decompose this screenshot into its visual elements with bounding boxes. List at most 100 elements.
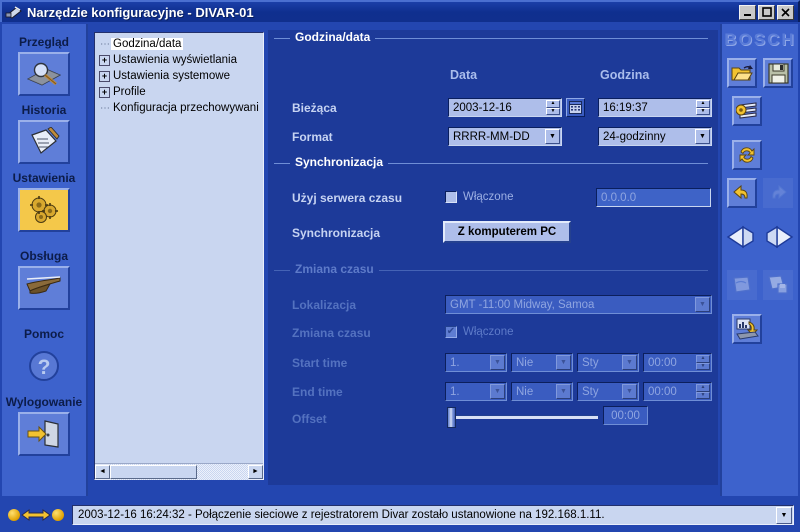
- chevron-down-icon[interactable]: ▼: [545, 129, 560, 144]
- spin-down-icon[interactable]: ▼: [696, 391, 710, 399]
- date-spinner[interactable]: ▲ ▼: [546, 100, 560, 115]
- timeserver-ip-input[interactable]: 0.0.0.0: [596, 188, 711, 207]
- scrollbar-thumb[interactable]: [110, 464, 197, 479]
- tree-item-konfiguracja-przechowywania[interactable]: ⋯ Konfiguracja przechowywani: [99, 100, 263, 116]
- sidebar-item-wylogowanie[interactable]: Wylogowanie: [2, 396, 86, 456]
- current-date-input[interactable]: 2003-12-16 ▲ ▼: [448, 98, 562, 117]
- scroll-right-icon[interactable]: ►: [248, 464, 263, 479]
- chevron-down-icon[interactable]: ▼: [490, 384, 505, 399]
- sidebar-button-wylogowanie[interactable]: [18, 412, 70, 456]
- sync-with-pc-button[interactable]: Z komputerem PC: [443, 221, 571, 243]
- tree-item-ustawienia-wyswietlania[interactable]: + Ustawienia wyświetlania: [99, 52, 263, 68]
- date-format-select[interactable]: RRRR-MM-DD ▼: [448, 127, 562, 146]
- start-month-select[interactable]: Sty ▼: [577, 353, 639, 372]
- expand-plus-icon[interactable]: +: [99, 54, 110, 66]
- timeserver-enable-checkbox[interactable]: Włączone: [445, 191, 514, 203]
- column-header-time: Godzina: [600, 68, 650, 82]
- spin-up-icon[interactable]: ▲: [696, 384, 710, 392]
- nav-previous-button[interactable]: [726, 222, 758, 252]
- group-sync-title: Synchronizacja: [290, 155, 389, 169]
- scroll-left-icon[interactable]: ◄: [95, 464, 110, 479]
- sidebar-item-pomoc[interactable]: Pomoc ?: [2, 328, 86, 388]
- tree-label-konfiguracja-przechowywania: Konfiguracja przechowywani: [113, 102, 259, 114]
- nav-next-button[interactable]: [762, 222, 794, 252]
- location-select[interactable]: GMT -11:00 Midway, Samoa ▼: [445, 295, 712, 314]
- undo-icon: [732, 184, 752, 202]
- tree-label-ustawienia-systemowe: Ustawienia systemowe: [113, 70, 230, 82]
- left-sidebar: Przegląd Historia Ustawienia Obsługa Pom…: [2, 24, 88, 496]
- upload-to-device-button[interactable]: [732, 314, 762, 344]
- sidebar-button-obsluga[interactable]: [18, 266, 70, 310]
- save-file-button[interactable]: [763, 58, 793, 88]
- sidebar-button-historia[interactable]: [18, 120, 70, 164]
- chevron-down-icon[interactable]: ▼: [695, 297, 710, 312]
- offset-slider[interactable]: [447, 407, 598, 428]
- current-time-input[interactable]: 16:19:37 ▲ ▼: [598, 98, 712, 117]
- maximize-button[interactable]: [758, 4, 775, 20]
- chevron-down-icon[interactable]: ▼: [622, 355, 637, 370]
- spin-down-icon[interactable]: ▼: [696, 107, 710, 115]
- group-datetime: Godzina/data Data Godzina Bieżąca 2003-1…: [268, 30, 718, 148]
- spin-down-icon[interactable]: ▼: [696, 362, 710, 370]
- chevron-down-icon[interactable]: ▼: [622, 384, 637, 399]
- checkbox-box[interactable]: [445, 191, 457, 203]
- status-message-field[interactable]: 2003-12-16 16:24:32 - Połączenie sieciow…: [72, 505, 794, 525]
- open-file-button[interactable]: [727, 58, 757, 88]
- tree-item-ustawienia-systemowe[interactable]: + Ustawienia systemowe: [99, 68, 263, 84]
- toolbar-row-undo-redo: [722, 178, 798, 208]
- time-format-select[interactable]: 24-godzinny ▼: [598, 127, 712, 146]
- tree-leaf-connector-icon: ⋯: [100, 38, 110, 50]
- scrollbar-track[interactable]: [110, 463, 248, 480]
- tree-horizontal-scrollbar[interactable]: ◄ ►: [95, 463, 263, 480]
- calendar-picker-button[interactable]: [566, 98, 585, 117]
- refresh-button[interactable]: [732, 140, 762, 170]
- label-offset: Offset: [292, 412, 327, 426]
- minimize-button[interactable]: [739, 4, 756, 20]
- start-time-input[interactable]: 00:00 ▲ ▼: [643, 353, 712, 372]
- end-week-select[interactable]: 1. ▼: [445, 382, 507, 401]
- time-spinner[interactable]: ▲ ▼: [696, 100, 710, 115]
- chevron-down-icon[interactable]: ▼: [695, 129, 710, 144]
- spin-up-icon[interactable]: ▲: [696, 355, 710, 363]
- calendar-icon: [569, 101, 582, 114]
- start-time-spinner[interactable]: ▲ ▼: [696, 355, 710, 370]
- slider-thumb[interactable]: [447, 407, 456, 428]
- chevron-down-icon[interactable]: ▼: [556, 384, 571, 399]
- close-button[interactable]: [777, 4, 794, 20]
- sidebar-item-obsluga[interactable]: Obsługa: [2, 250, 86, 310]
- sidebar-item-przeglad[interactable]: Przegląd: [2, 36, 86, 96]
- date-format-value: RRRR-MM-DD: [453, 130, 530, 143]
- start-day-select[interactable]: Nie ▼: [511, 353, 573, 372]
- checkbox-label-enabled: Włączone: [463, 326, 514, 338]
- sidebar-button-przeglad[interactable]: [18, 52, 70, 96]
- spin-down-icon[interactable]: ▼: [546, 107, 560, 115]
- chevron-down-icon[interactable]: ▼: [490, 355, 505, 370]
- slider-track[interactable]: [447, 407, 598, 428]
- end-month-select[interactable]: Sty ▼: [577, 382, 639, 401]
- end-day-select[interactable]: Nie ▼: [511, 382, 573, 401]
- dst-enable-checkbox[interactable]: ✔ Włączone: [445, 326, 514, 338]
- end-month-value: Sty: [582, 385, 599, 398]
- end-time-input[interactable]: 00:00 ▲ ▼: [643, 382, 712, 401]
- chevron-down-icon[interactable]: ▼: [556, 355, 571, 370]
- undo-button[interactable]: [727, 178, 757, 208]
- end-time-spinner[interactable]: ▲ ▼: [696, 384, 710, 399]
- navigation-tree[interactable]: ⋯ Godzina/data + Ustawienia wyświetlania…: [95, 33, 263, 463]
- sidebar-button-pomoc[interactable]: ?: [18, 344, 70, 388]
- checkbox-box[interactable]: ✔: [445, 326, 457, 338]
- configure-list-button[interactable]: [732, 96, 762, 126]
- start-week-select[interactable]: 1. ▼: [445, 353, 507, 372]
- tree-item-godzina-data[interactable]: ⋯ Godzina/data: [99, 36, 263, 52]
- spin-up-icon[interactable]: ▲: [696, 100, 710, 108]
- sidebar-button-ustawienia[interactable]: [18, 188, 70, 232]
- expand-plus-icon[interactable]: +: [99, 70, 110, 82]
- sidebar-item-historia[interactable]: Historia: [2, 104, 86, 164]
- offset-value-field[interactable]: 00:00: [603, 406, 648, 425]
- expand-plus-icon[interactable]: +: [99, 86, 110, 98]
- start-time-value: 00:00: [648, 356, 677, 369]
- bosch-logo: BOSCH: [724, 30, 796, 49]
- status-dropdown-icon[interactable]: ▼: [776, 506, 792, 524]
- tree-item-profile[interactable]: + Profile: [99, 84, 263, 100]
- sidebar-item-ustawienia[interactable]: Ustawienia: [2, 172, 86, 232]
- spin-up-icon[interactable]: ▲: [546, 100, 560, 108]
